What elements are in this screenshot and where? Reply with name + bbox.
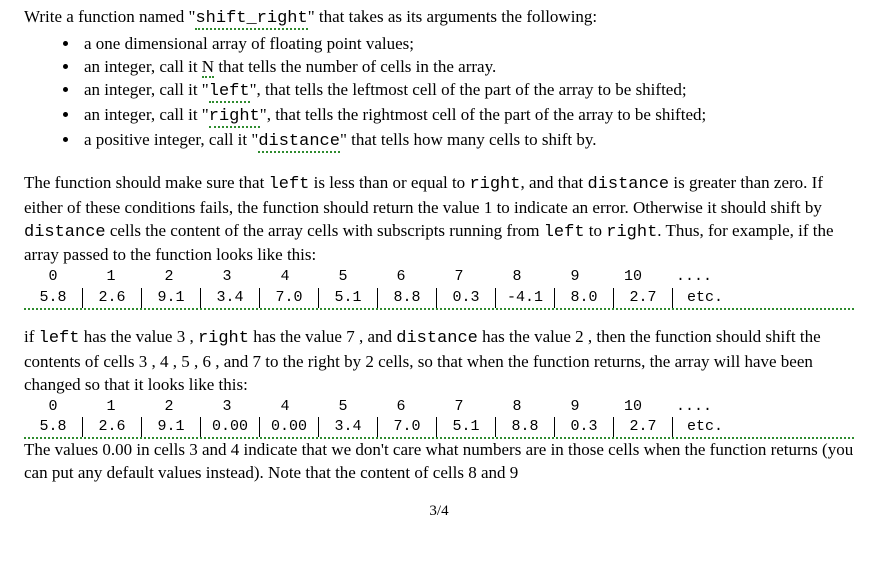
array-after-value-row: 5.8 2.6 9.1 0.00 0.00 3.4 7.0 5.1 8.8 0.… <box>24 417 854 439</box>
val-cell: 0.3 <box>554 417 613 437</box>
intro-text-1: Write a function named " <box>24 7 195 26</box>
idx-cell: 0 <box>24 267 82 287</box>
idx-cell: 1 <box>82 267 140 287</box>
idx-cell: 1 <box>82 397 140 417</box>
val-cell: -4.1 <box>495 288 554 308</box>
arg4-var-right: right <box>209 107 260 128</box>
ex-left: left <box>39 329 80 348</box>
desc-dist1: distance <box>588 175 670 194</box>
desc-left2: left <box>544 223 585 242</box>
idx-cell: 10 <box>604 397 662 417</box>
val-cell: 0.3 <box>436 288 495 308</box>
val-cell: etc. <box>672 288 737 308</box>
idx-cell: 6 <box>372 397 430 417</box>
desc-b: is less than or equal to <box>309 173 469 192</box>
val-cell: 5.8 <box>24 288 82 308</box>
val-cell: 8.0 <box>554 288 613 308</box>
arg1-text: a one dimensional array of floating poin… <box>84 34 414 53</box>
val-cell: 5.1 <box>318 288 377 308</box>
arg5-var-distance: distance <box>258 132 340 153</box>
intro-paragraph: Write a function named "shift_right" tha… <box>24 6 854 31</box>
val-cell: 9.1 <box>141 288 200 308</box>
desc-a: The function should make sure that <box>24 173 269 192</box>
idx-cell: 5 <box>314 267 372 287</box>
array-before: 0 1 2 3 4 5 6 7 8 9 10 .... 5.8 2.6 9.1 … <box>24 267 854 310</box>
val-cell: 0.00 <box>200 417 259 437</box>
arg4-text-a: an integer, call it " <box>84 105 209 124</box>
function-name-code: shift_right <box>195 9 307 30</box>
trailing-paragraph: The values 0.00 in cells 3 and 4 indicat… <box>24 439 854 485</box>
idx-cell: 7 <box>430 267 488 287</box>
idx-cell: 10 <box>604 267 662 287</box>
arg4-text-b: ", that tells the rightmost cell of the … <box>260 105 706 124</box>
argument-list: a one dimensional array of floating poin… <box>24 33 854 154</box>
idx-cell: 2 <box>140 397 198 417</box>
arg-item-4: an integer, call it "right", that tells … <box>80 104 854 129</box>
desc-f: to <box>585 221 607 240</box>
idx-cell: 3 <box>198 397 256 417</box>
idx-cell: 4 <box>256 267 314 287</box>
desc-e: cells the content of the array cells wit… <box>106 221 544 240</box>
desc-left1: left <box>269 175 310 194</box>
array-after-index-row: 0 1 2 3 4 5 6 7 8 9 10 .... <box>24 397 854 417</box>
ex-b: has the value 3 , <box>79 327 198 346</box>
val-cell: 5.8 <box>24 417 82 437</box>
array-before-index-row: 0 1 2 3 4 5 6 7 8 9 10 .... <box>24 267 854 287</box>
idx-cell: 0 <box>24 397 82 417</box>
problem-page: Write a function named "shift_right" tha… <box>0 0 878 525</box>
array-after: 0 1 2 3 4 5 6 7 8 9 10 .... 5.8 2.6 9.1 … <box>24 397 854 440</box>
desc-c: , and that <box>520 173 587 192</box>
example-paragraph: if left has the value 3 , right has the … <box>24 326 854 397</box>
desc-right1: right <box>469 175 520 194</box>
arg2-text-b: that tells the number of cells in the ar… <box>214 57 496 76</box>
arg3-text-a: an integer, call it " <box>84 80 209 99</box>
val-cell: 9.1 <box>141 417 200 437</box>
ex-right: right <box>198 329 249 348</box>
arg5-text-b: " that tells how many cells to shift by. <box>340 130 597 149</box>
val-cell: 2.7 <box>613 288 672 308</box>
val-cell: etc. <box>672 417 737 437</box>
idx-cell: 6 <box>372 267 430 287</box>
ex-c: has the value 7 , and <box>249 327 396 346</box>
arg5-text-a: a positive integer, call it " <box>84 130 258 149</box>
arg2-text-a: an integer, call it <box>84 57 202 76</box>
val-cell: 7.0 <box>377 417 436 437</box>
val-cell: 2.6 <box>82 288 141 308</box>
idx-cell: .... <box>662 267 726 287</box>
idx-cell: 5 <box>314 397 372 417</box>
ex-dist: distance <box>396 329 478 348</box>
val-cell: 8.8 <box>377 288 436 308</box>
arg-item-1: a one dimensional array of floating poin… <box>80 33 854 56</box>
arg-item-3: an integer, call it "left", that tells t… <box>80 79 854 104</box>
idx-cell: .... <box>662 397 726 417</box>
idx-cell: 3 <box>198 267 256 287</box>
val-cell: 3.4 <box>200 288 259 308</box>
val-cell: 8.8 <box>495 417 554 437</box>
description-paragraph: The function should make sure that left … <box>24 172 854 268</box>
desc-dist2: distance <box>24 223 106 242</box>
idx-cell: 8 <box>488 267 546 287</box>
arg3-var-left: left <box>209 82 250 103</box>
desc-right2: right <box>606 223 657 242</box>
idx-cell: 2 <box>140 267 198 287</box>
idx-cell: 9 <box>546 397 604 417</box>
intro-text-2: " that takes as its arguments the follow… <box>308 7 597 26</box>
arg2-var-n: N <box>202 57 214 78</box>
idx-cell: 9 <box>546 267 604 287</box>
ex-a: if <box>24 327 39 346</box>
array-before-value-row: 5.8 2.6 9.1 3.4 7.0 5.1 8.8 0.3 -4.1 8.0… <box>24 288 854 310</box>
page-number: 3/4 <box>24 485 854 525</box>
val-cell: 5.1 <box>436 417 495 437</box>
val-cell: 2.6 <box>82 417 141 437</box>
val-cell: 2.7 <box>613 417 672 437</box>
idx-cell: 7 <box>430 397 488 417</box>
idx-cell: 8 <box>488 397 546 417</box>
val-cell: 7.0 <box>259 288 318 308</box>
val-cell: 3.4 <box>318 417 377 437</box>
arg3-text-b: ", that tells the leftmost cell of the p… <box>250 80 687 99</box>
val-cell: 0.00 <box>259 417 318 437</box>
arg-item-2: an integer, call it N that tells the num… <box>80 56 854 79</box>
arg-item-5: a positive integer, call it "distance" t… <box>80 129 854 154</box>
idx-cell: 4 <box>256 397 314 417</box>
